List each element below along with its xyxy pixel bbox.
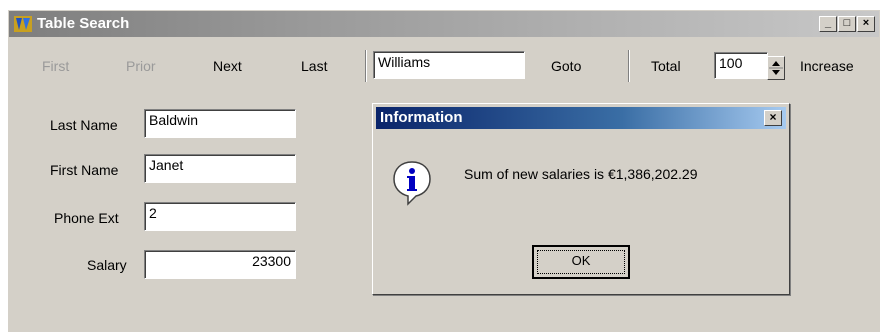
- first-name-label: First Name: [50, 162, 119, 178]
- phone-ext-field[interactable]: 2: [144, 202, 296, 231]
- spinner-arrows-icon: [769, 61, 783, 75]
- dialog-message: Sum of new salaries is €1,386,202.29: [464, 166, 698, 182]
- percent-input[interactable]: 100: [714, 52, 768, 79]
- window-title: Table Search: [37, 15, 130, 32]
- title-bar[interactable]: Table Search _ □ ×: [9, 11, 879, 37]
- dialog-close-button[interactable]: ×: [764, 110, 782, 126]
- toolbar-separator: [365, 50, 367, 82]
- salary-label: Salary: [87, 257, 127, 273]
- first-button[interactable]: First: [42, 58, 69, 74]
- last-name-label: Last Name: [50, 117, 118, 133]
- first-name-field[interactable]: Janet: [144, 154, 296, 183]
- increase-button[interactable]: Increase: [800, 58, 854, 74]
- ok-button[interactable]: OK: [532, 245, 630, 279]
- next-button[interactable]: Next: [213, 58, 242, 74]
- dialog-title-bar[interactable]: Information ×: [376, 107, 786, 129]
- total-button[interactable]: Total: [651, 58, 681, 74]
- percent-spinner[interactable]: [767, 56, 785, 80]
- minimize-button[interactable]: _: [819, 16, 837, 32]
- close-button[interactable]: ×: [857, 16, 875, 32]
- table-search-window: Table Search _ □ × First Prior Next Last…: [8, 10, 880, 332]
- goto-button[interactable]: Goto: [551, 58, 581, 74]
- prior-button[interactable]: Prior: [126, 58, 156, 74]
- search-input[interactable]: Williams: [373, 51, 525, 79]
- phone-ext-label: Phone Ext: [54, 210, 119, 226]
- last-name-field[interactable]: Baldwin: [144, 109, 296, 138]
- maximize-button[interactable]: □: [838, 16, 856, 32]
- dialog-title: Information: [380, 109, 463, 126]
- last-button[interactable]: Last: [301, 58, 327, 74]
- information-dialog: Information × Sum of new salaries is €1,…: [372, 103, 790, 295]
- salary-field[interactable]: 23300: [144, 250, 296, 279]
- ok-focus-rect: [537, 250, 625, 274]
- information-icon: [393, 161, 431, 206]
- delphi-app-icon: [14, 16, 32, 32]
- toolbar-separator: [628, 50, 630, 82]
